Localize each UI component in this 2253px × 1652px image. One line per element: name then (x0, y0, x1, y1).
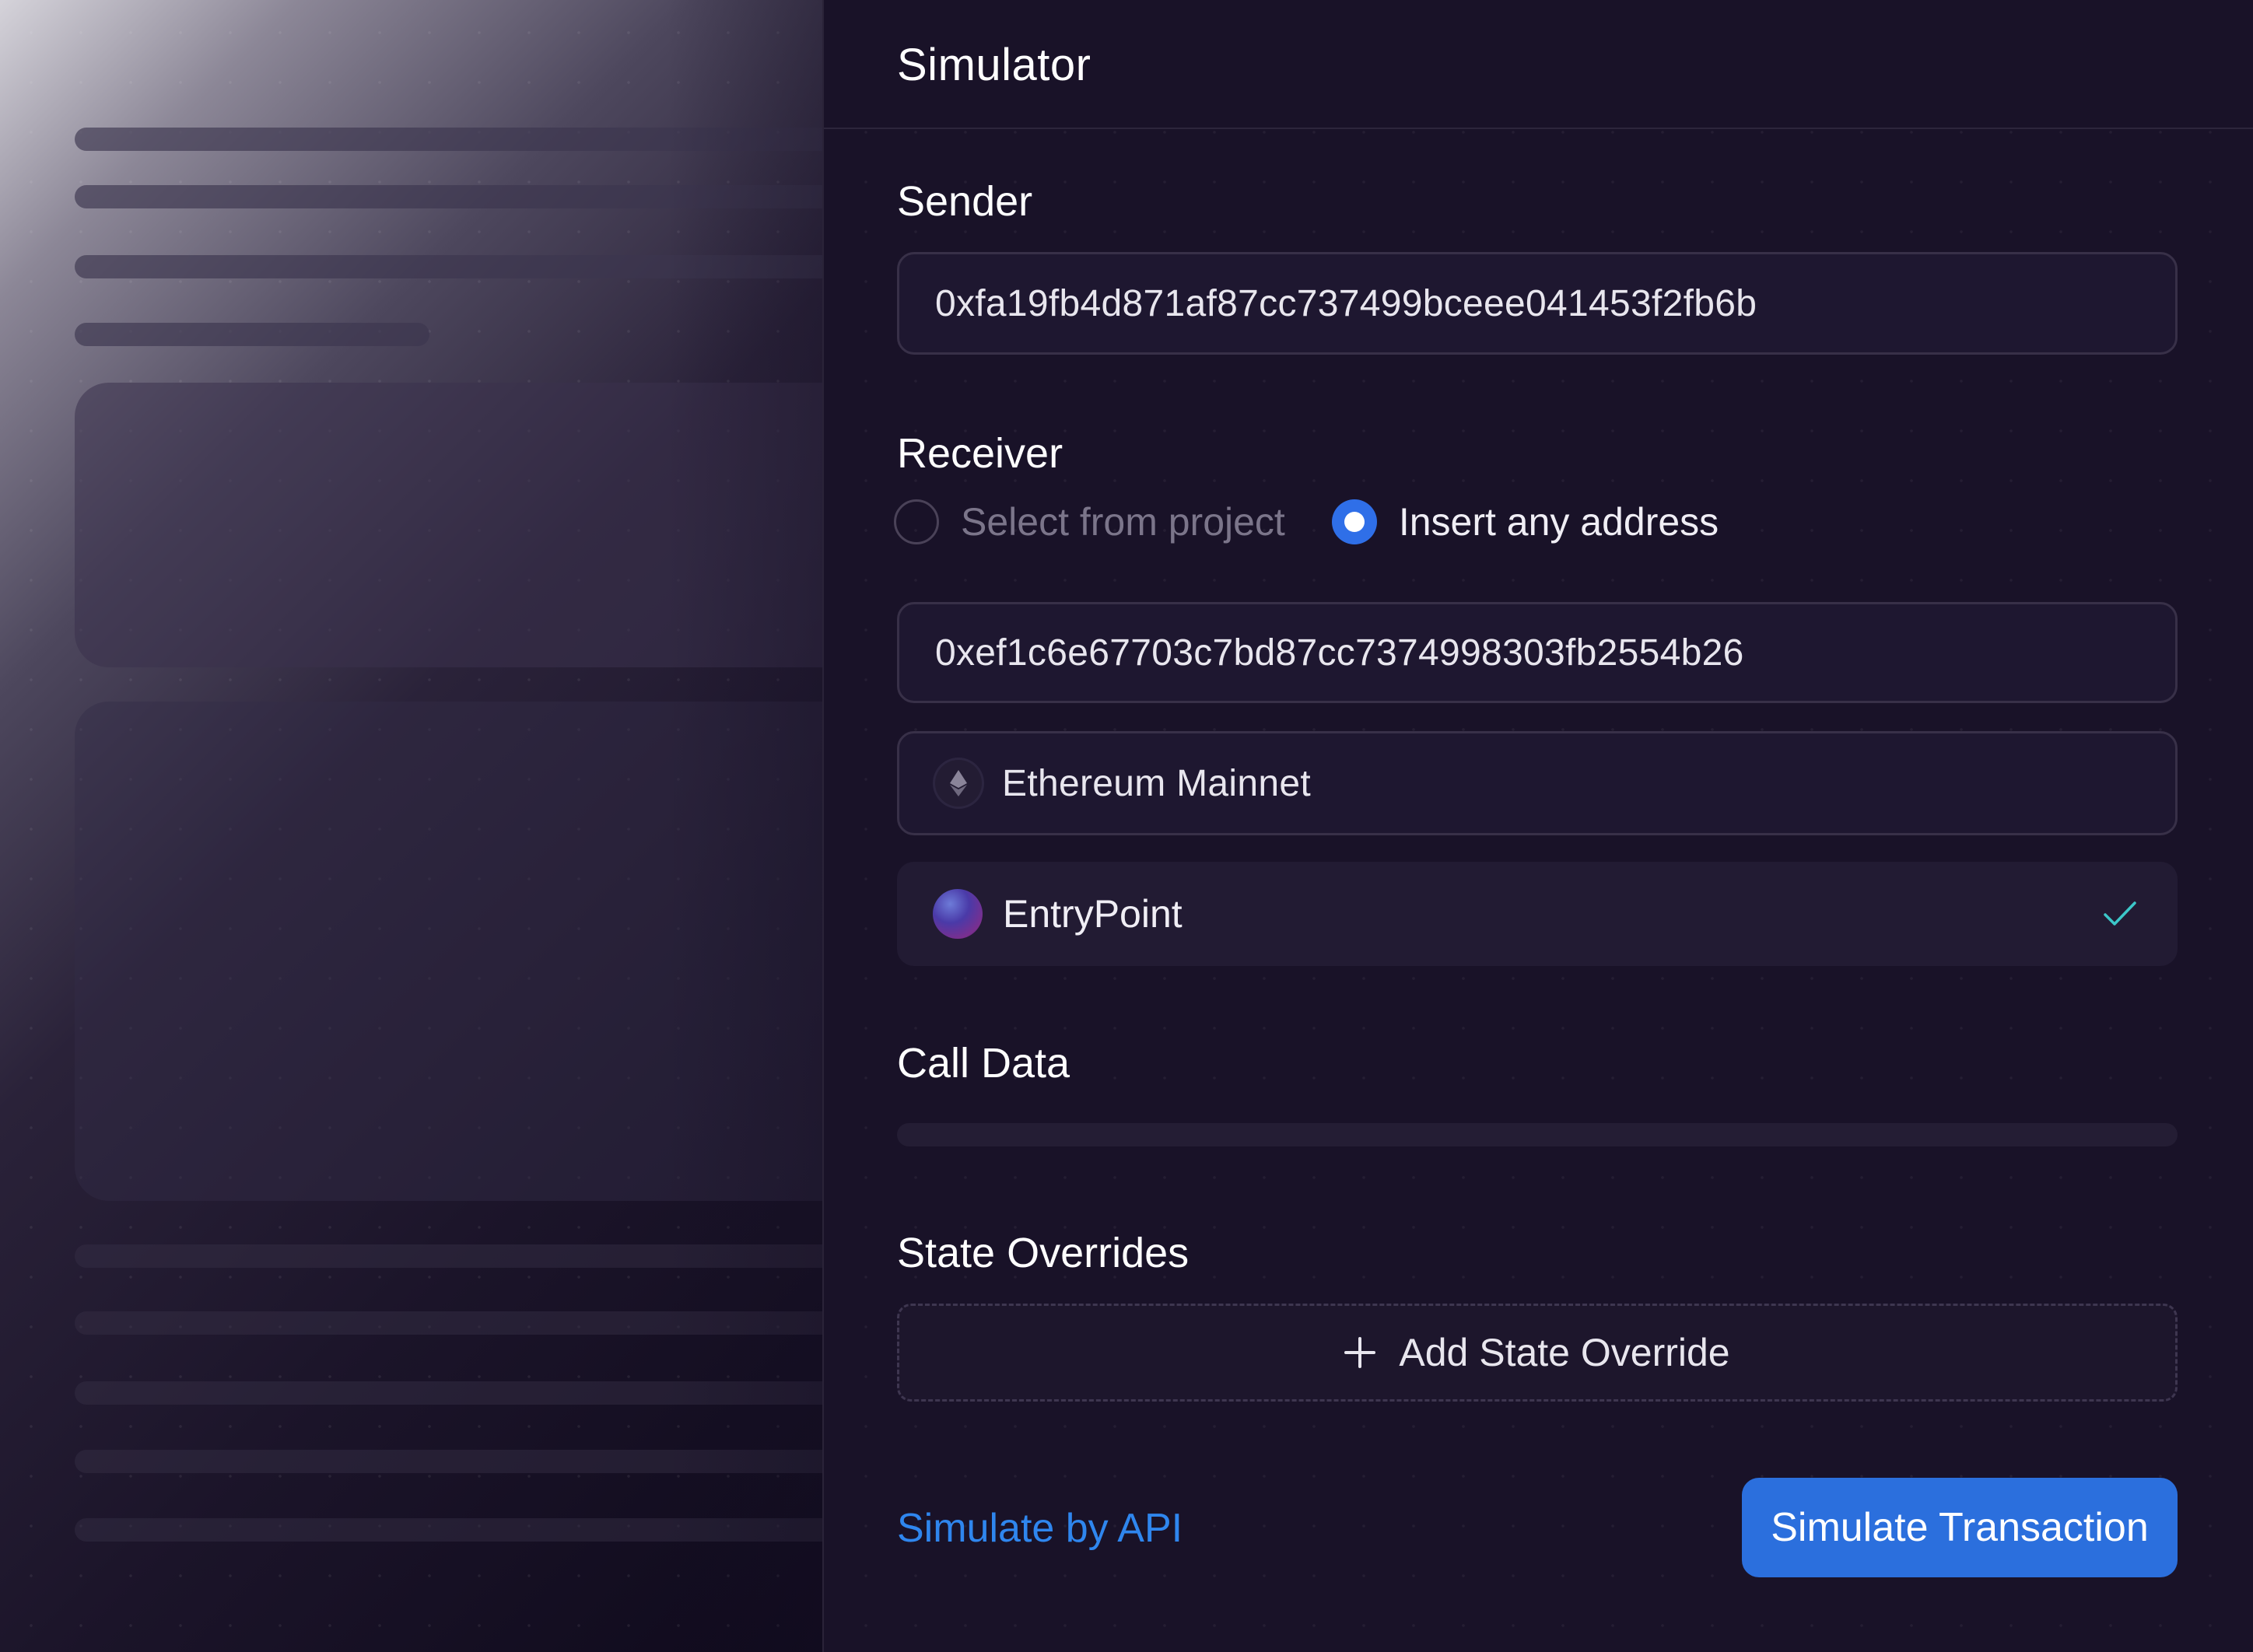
simulate-by-api-link[interactable]: Simulate by API (897, 1505, 1183, 1552)
edge-fade (667, 0, 822, 1652)
simulate-transaction-button[interactable]: Simulate Transaction (1742, 1478, 2178, 1577)
radio-select-from-project[interactable]: Select from project (894, 499, 1285, 544)
sender-address-field[interactable]: 0xfa19fb4d871af87cc737499bceee041453f2fb… (897, 252, 2178, 355)
radio-checked-icon[interactable] (1331, 499, 1377, 544)
skeleton-line (75, 323, 429, 346)
ethereum-icon (935, 760, 982, 807)
contract-avatar (933, 889, 983, 939)
contract-name: EntryPoint (1003, 892, 1183, 936)
sender-label: Sender (897, 178, 1033, 225)
simulator-header: Simulator (824, 0, 2253, 129)
receiver-label: Receiver (897, 430, 1063, 477)
receiver-address-value: 0xef1c6e67703c7bd87cc7374998303fb2554b26 (935, 632, 1744, 674)
check-icon (2104, 901, 2136, 926)
simulator-panel: Simulator Sender 0xfa19fb4d871af87cc7374… (822, 0, 2253, 1652)
contract-option-entrypoint[interactable]: EntryPoint (897, 862, 2178, 966)
radio-insert-any-address[interactable]: Insert any address (1331, 499, 1719, 544)
network-select[interactable]: Ethereum Mainnet (897, 731, 2178, 835)
receiver-mode-radio-group: Select from project Insert any address (894, 499, 1765, 544)
plus-icon (1344, 1337, 1376, 1368)
network-name: Ethereum Mainnet (1002, 762, 1312, 804)
add-state-override-button[interactable]: Add State Override (897, 1304, 2178, 1402)
background-preview-panel (0, 0, 822, 1652)
page-title: Simulator (897, 40, 1091, 90)
call-data-label: Call Data (897, 1040, 1070, 1087)
receiver-address-field[interactable]: 0xef1c6e67703c7bd87cc7374998303fb2554b26 (897, 602, 2178, 703)
call-data-input[interactable] (897, 1123, 2178, 1146)
state-overrides-label: State Overrides (897, 1230, 1190, 1276)
radio-label: Select from project (961, 500, 1285, 544)
sender-address-value: 0xfa19fb4d871af87cc737499bceee041453f2fb… (935, 282, 1757, 324)
radio-label: Insert any address (1398, 500, 1719, 544)
radio-unchecked-icon[interactable] (894, 499, 939, 544)
add-state-override-label: Add State Override (1399, 1331, 1730, 1374)
